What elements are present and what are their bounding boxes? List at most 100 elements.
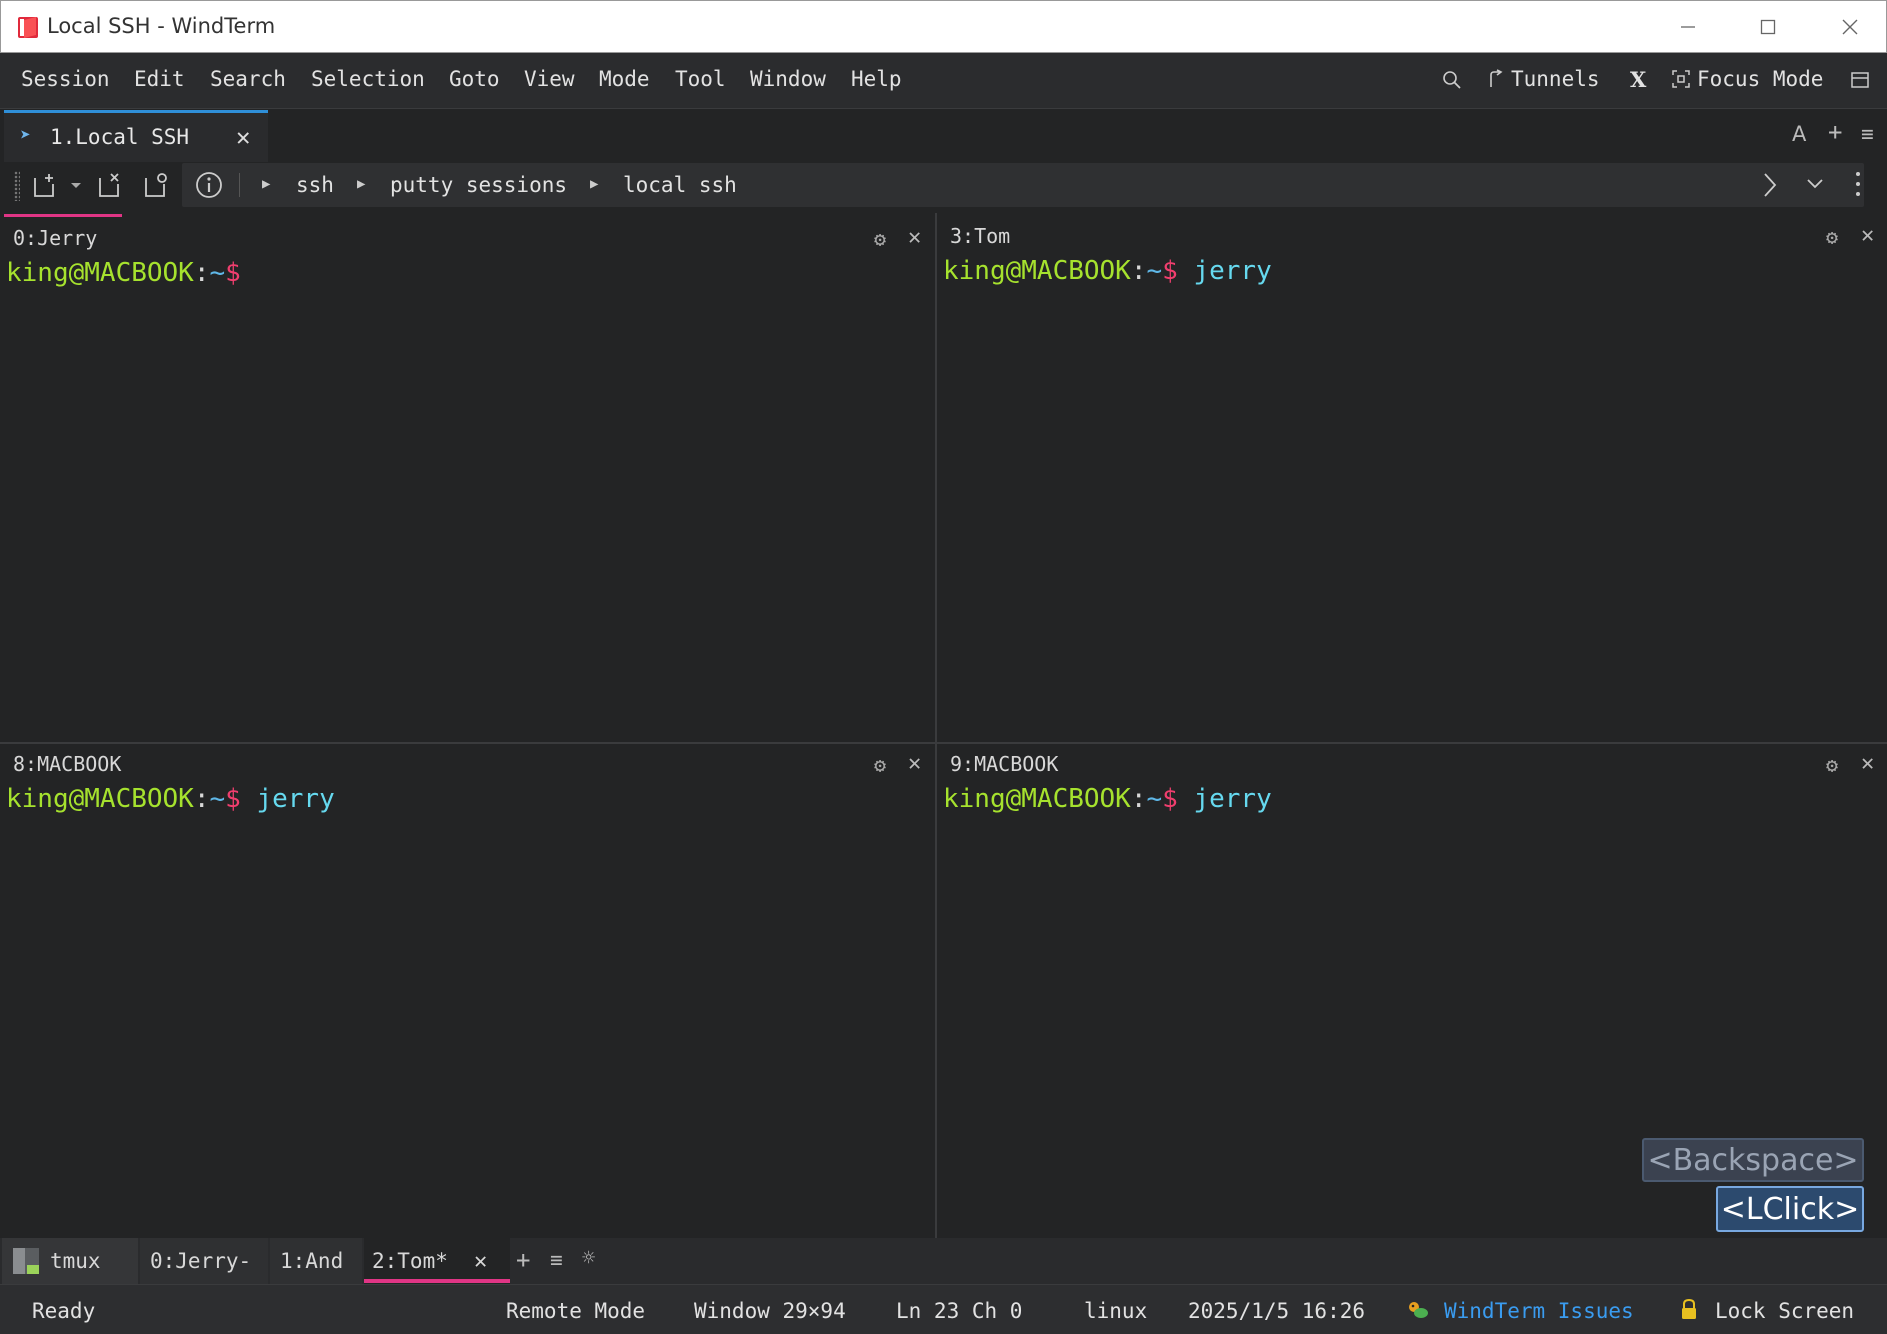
bug-icon (1409, 1302, 1428, 1318)
terminal-prompt[interactable]: king@MACBOOK:~$ (6, 258, 241, 288)
pane-title: 8:MACBOOK (13, 752, 122, 776)
toolbar-grip[interactable] (14, 171, 20, 201)
tmux-window-tab-active[interactable]: 2:Tom* ✕ (364, 1238, 510, 1284)
prompt-user: king@MACBOOK (943, 256, 1131, 286)
close-icon[interactable]: ✕ (908, 751, 921, 776)
prompt-user: king@MACBOOK (6, 258, 194, 288)
focus-mode-label: Focus Mode (1697, 67, 1824, 91)
close-tab-icon[interactable]: ✕ (236, 123, 250, 151)
prompt-separator: : (193, 258, 210, 288)
horizontal-splitter[interactable] (0, 742, 1887, 744)
close-icon[interactable]: ✕ (1861, 223, 1874, 248)
tmux-menu-button[interactable]: ≡ (550, 1248, 563, 1272)
status-window-size[interactable]: Window 29×94 (694, 1299, 846, 1323)
close-icon[interactable]: ✕ (1861, 751, 1874, 776)
maximize-button[interactable] (1748, 9, 1788, 45)
tmux-settings-icon[interactable]: ☼ (582, 1246, 595, 1271)
tmux-add-button[interactable]: + (516, 1246, 530, 1274)
chevron-down-icon[interactable] (70, 182, 82, 190)
terminal-pane-jerry[interactable]: 0:Jerry ⚙ ✕ king@MACBOOK:~$ (0, 218, 935, 742)
prompt-dollar: $ (1162, 256, 1178, 286)
menu-goto[interactable]: Goto (449, 67, 500, 91)
status-remote-mode[interactable]: Remote Mode (506, 1299, 645, 1323)
gear-icon[interactable]: ⚙ (874, 227, 886, 251)
prompt-command: jerry (1177, 784, 1272, 814)
menu-help[interactable]: Help (851, 67, 902, 91)
close-session-icon[interactable] (96, 170, 126, 200)
breadcrumb-putty-sessions[interactable]: putty sessions (390, 173, 567, 197)
tmux-session-tab[interactable]: tmux (2, 1238, 138, 1284)
menu-view[interactable]: View (524, 67, 575, 91)
address-bar[interactable]: ▶ ssh ▶ putty sessions ▶ local ssh (182, 163, 1864, 207)
pane-header: 0:Jerry ⚙ ✕ (0, 218, 935, 258)
menu-window[interactable]: Window (750, 67, 826, 91)
menu-session[interactable]: Session (21, 67, 110, 91)
session-tab-local-ssh[interactable]: ➤ 1.Local SSH ✕ (4, 110, 268, 162)
menu-search[interactable]: Search (210, 67, 286, 91)
tmux-window-tab[interactable]: 0:Jerry- (140, 1238, 268, 1284)
prompt-user: king@MACBOOK (943, 784, 1131, 814)
menu-edit[interactable]: Edit (134, 67, 185, 91)
windterm-issues-link[interactable]: WindTerm Issues (1444, 1299, 1634, 1323)
key-overlay-backspace: <Backspace> (1642, 1138, 1864, 1182)
status-datetime: 2025/1/5 16:26 (1188, 1299, 1366, 1323)
font-button[interactable]: A (1792, 122, 1806, 146)
more-vertical-icon[interactable] (1854, 169, 1862, 199)
tunnels-label: Tunnels (1511, 67, 1600, 91)
focus-icon (1672, 70, 1690, 88)
status-cursor-position[interactable]: Ln 23 Ch 0 (896, 1299, 1022, 1323)
close-icon[interactable]: ✕ (474, 1249, 487, 1274)
info-icon[interactable] (195, 171, 223, 199)
search-icon[interactable] (1442, 70, 1462, 90)
pane-header: 3:Tom ⚙ ✕ (937, 216, 1887, 256)
tmux-window-tab[interactable]: 1:And (270, 1238, 362, 1284)
prompt-path: ~ (209, 258, 226, 288)
close-window-button[interactable] (1830, 9, 1870, 45)
pane-header: 9:MACBOOK ⚙ ✕ (937, 744, 1887, 784)
chevron-down-icon[interactable] (1806, 177, 1824, 191)
tab-menu-button[interactable]: ≡ (1861, 122, 1874, 146)
pane-title: 3:Tom (950, 224, 1011, 248)
tmux-window-label: 2:Tom* (372, 1249, 448, 1273)
chevron-right-icon[interactable] (1762, 172, 1778, 198)
prompt-separator: : (193, 784, 210, 814)
title-bar: Local SSH - WindTerm (0, 0, 1887, 53)
pane-header: 8:MACBOOK ⚙ ✕ (0, 744, 935, 784)
close-icon[interactable]: ✕ (908, 225, 921, 250)
gear-icon[interactable]: ⚙ (874, 753, 886, 777)
terminal-pane-tom[interactable]: 3:Tom ⚙ ✕ king@MACBOOK:~$ jerry (937, 216, 1887, 742)
terminal-prompt[interactable]: king@MACBOOK:~$ jerry (943, 784, 1272, 814)
window-title: Local SSH - WindTerm (47, 14, 276, 38)
prompt-command: jerry (1177, 256, 1272, 286)
menu-tool[interactable]: Tool (675, 67, 726, 91)
session-tab-strip: ➤ 1.Local SSH ✕ A + ≡ (0, 110, 1887, 162)
pane-title: 0:Jerry (13, 226, 98, 250)
status-os[interactable]: linux (1084, 1299, 1147, 1323)
duplicate-session-icon[interactable] (142, 170, 172, 200)
x-button[interactable]: X (1630, 67, 1646, 92)
menu-selection[interactable]: Selection (311, 67, 425, 91)
lock-screen-button[interactable]: Lock Screen (1715, 1299, 1854, 1323)
terminal-pane-macbook-8[interactable]: 8:MACBOOK ⚙ ✕ king@MACBOOK:~$ jerry (0, 744, 935, 1238)
vertical-splitter[interactable] (935, 213, 937, 1238)
tmux-window-label: 1:And (280, 1249, 344, 1273)
terminal-prompt[interactable]: king@MACBOOK:~$ jerry (6, 784, 335, 814)
menu-bar: Session Edit Search Selection Goto View … (0, 53, 1887, 109)
menu-mode[interactable]: Mode (599, 67, 650, 91)
prompt-command: jerry (240, 784, 335, 814)
minimize-button[interactable] (1668, 9, 1708, 45)
new-tab-button[interactable]: + (1828, 118, 1842, 146)
focus-mode-button[interactable]: Focus Mode (1671, 67, 1823, 91)
gear-icon[interactable]: ⚙ (1826, 753, 1838, 777)
breadcrumb-arrow-icon: ▶ (357, 176, 366, 192)
prompt-dollar: $ (225, 784, 241, 814)
status-bar: Ready Remote Mode Window 29×94 Ln 23 Ch … (0, 1284, 1887, 1334)
close-icon (1842, 19, 1858, 35)
breadcrumb-local-ssh[interactable]: local ssh (623, 173, 737, 197)
terminal-prompt[interactable]: king@MACBOOK:~$ jerry (943, 256, 1272, 286)
gear-icon[interactable]: ⚙ (1826, 225, 1838, 249)
breadcrumb-ssh[interactable]: ssh (296, 173, 334, 197)
tunnels-button[interactable]: Tunnels (1487, 67, 1600, 91)
new-session-icon[interactable] (31, 170, 61, 200)
layout-icon[interactable] (1850, 70, 1870, 90)
